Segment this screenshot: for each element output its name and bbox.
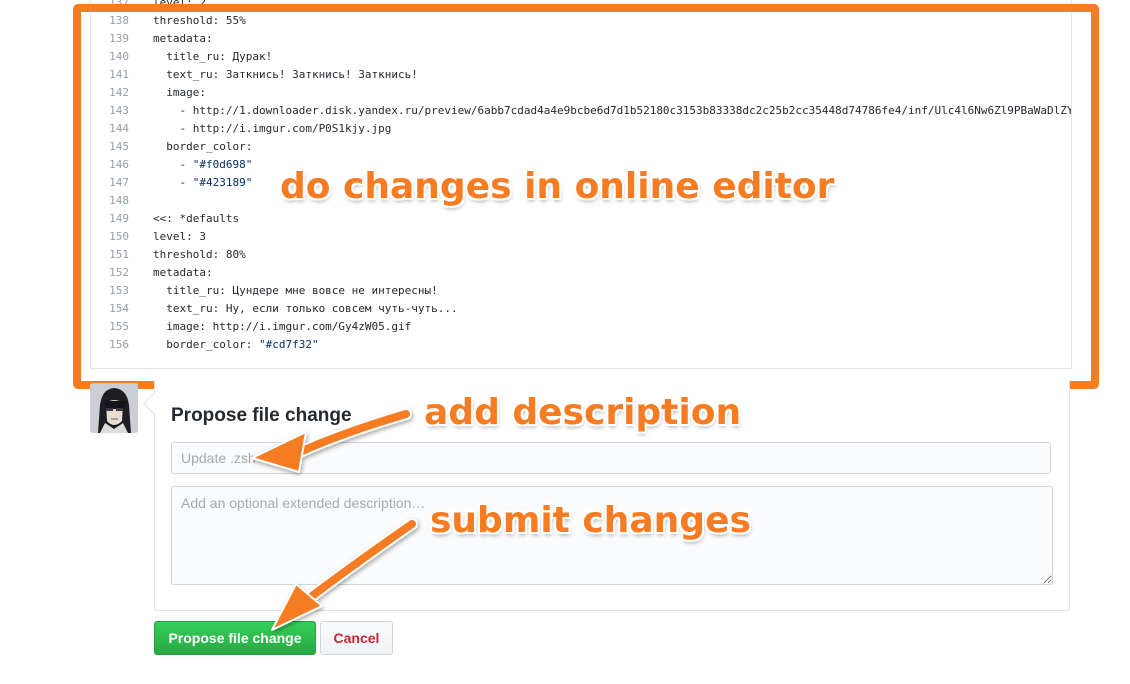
avatar bbox=[90, 383, 138, 433]
propose-file-change-button[interactable]: Propose file change bbox=[154, 621, 316, 655]
cancel-button[interactable]: Cancel bbox=[320, 621, 393, 655]
annotation-submit: submit changes bbox=[430, 500, 751, 541]
annotation-editor: do changes in online editor bbox=[280, 166, 835, 207]
annotation-description: add description bbox=[424, 392, 742, 433]
avatar-image bbox=[90, 383, 138, 433]
commit-form-title: Propose file change bbox=[171, 405, 352, 426]
commit-summary-input[interactable] bbox=[171, 442, 1051, 474]
